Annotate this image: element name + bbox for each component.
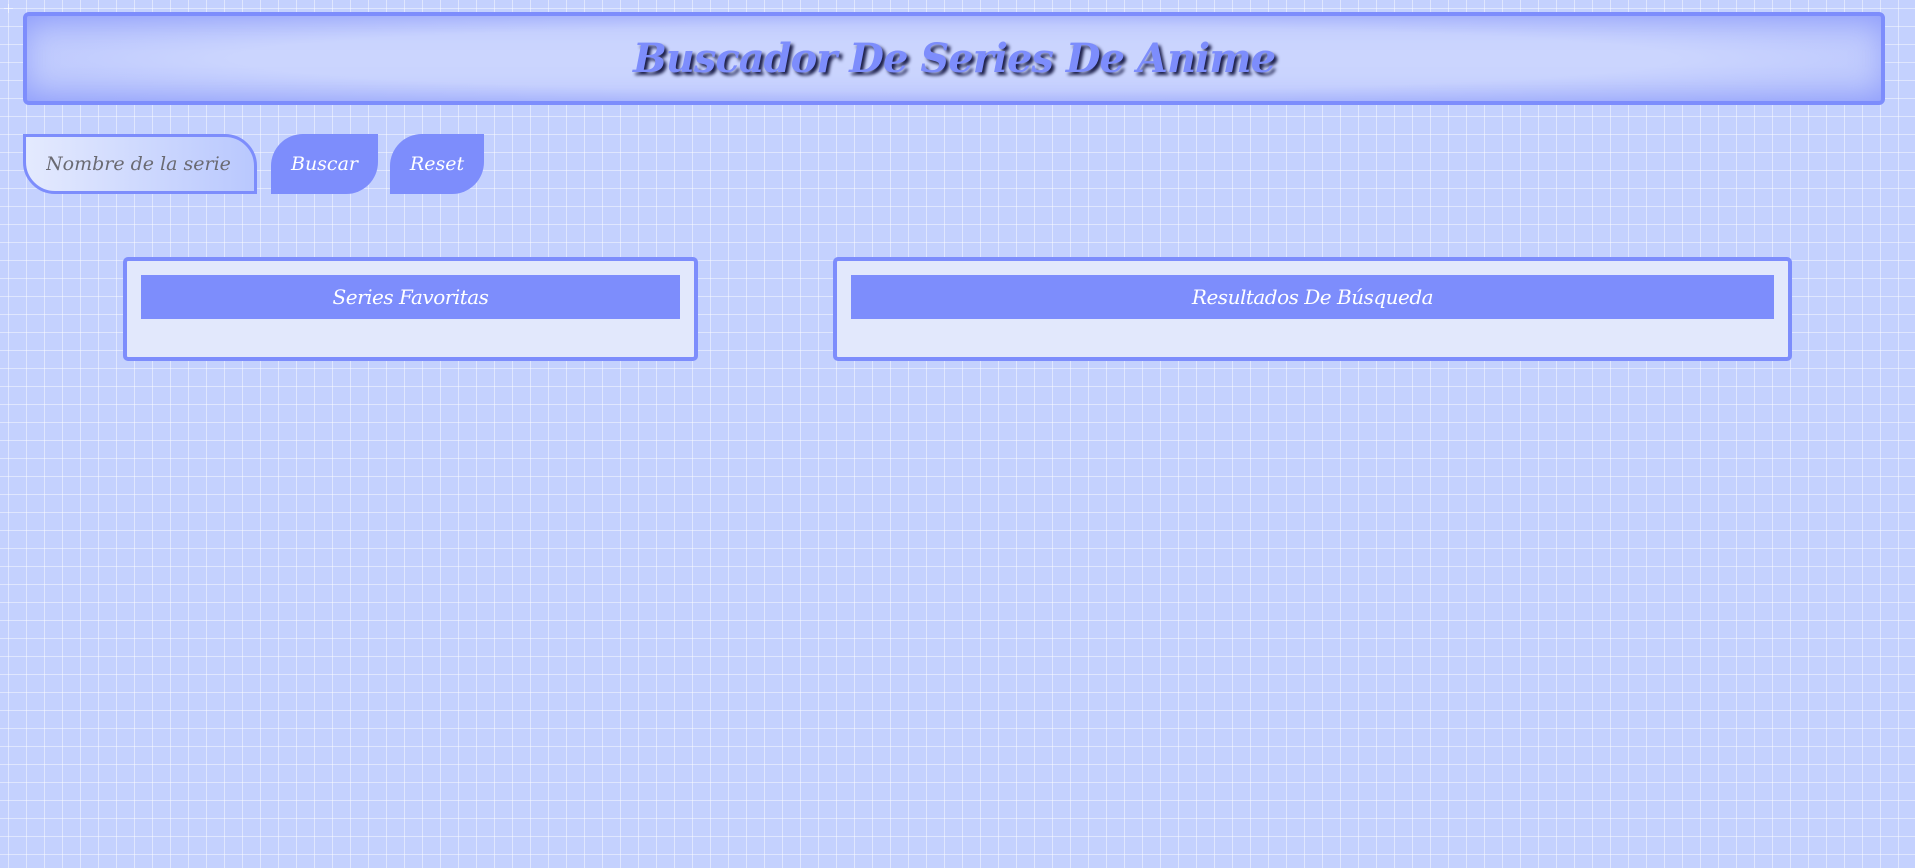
background-pattern-horizontal [0,0,1915,868]
results-panel: Resultados De Búsqueda [833,257,1792,361]
page-header: Buscador De Series De Anime [23,12,1885,105]
reset-button[interactable]: Reset [390,134,484,194]
results-title: Resultados De Búsqueda [851,275,1774,319]
page-title: Buscador De Series De Anime [632,35,1276,82]
favorites-title: Series Favoritas [141,275,680,319]
favorites-panel: Series Favoritas [123,257,698,361]
search-input[interactable] [23,134,257,194]
search-button[interactable]: Buscar [271,134,378,194]
